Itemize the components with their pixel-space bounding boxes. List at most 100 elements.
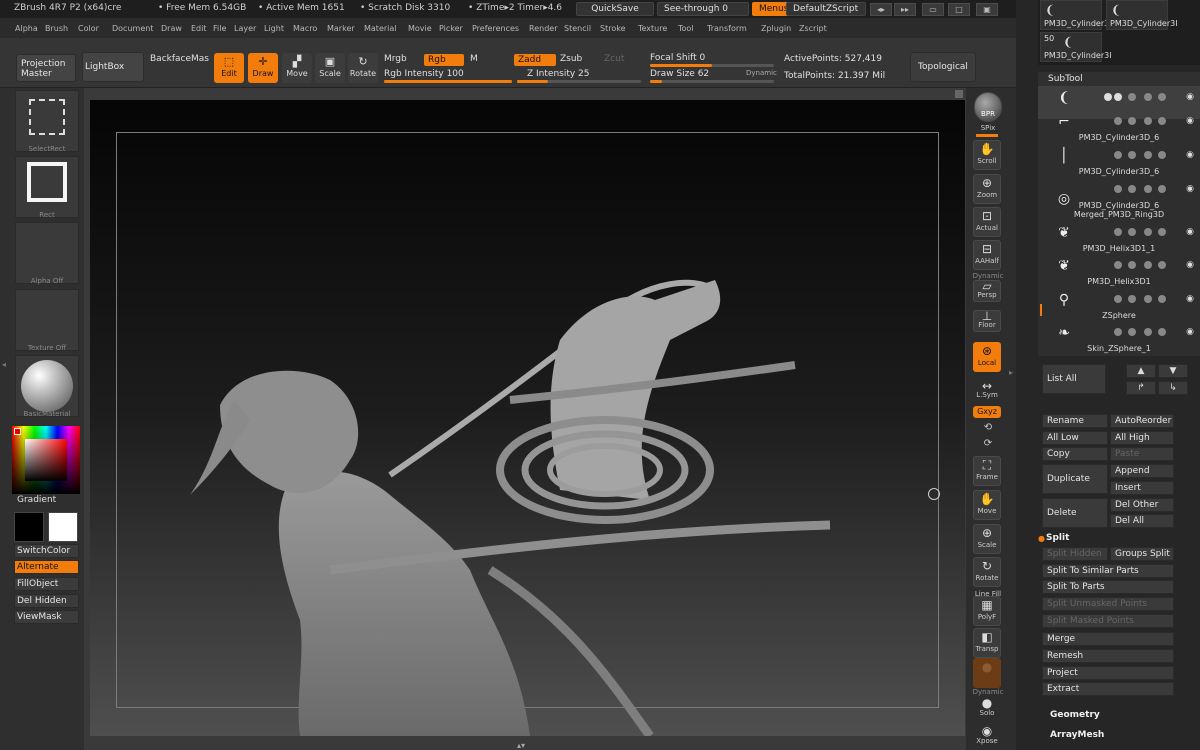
all-high-button[interactable]: All High <box>1110 431 1174 445</box>
menu-draw[interactable]: Draw <box>161 24 182 33</box>
subtool-item[interactable]: │ ◉ PM3D_Cylinder3D_6 <box>1038 144 1200 177</box>
rotate-axis-icon-2[interactable]: ⟳ <box>966 438 1010 449</box>
rotate-mode-button[interactable]: ↻ Rotate <box>348 53 378 83</box>
texture-button[interactable] <box>15 289 79 351</box>
move-up-right-arrow-icon[interactable]: ↱ <box>1126 381 1156 395</box>
menu-texture[interactable]: Texture <box>638 24 667 33</box>
paste-button[interactable]: Paste <box>1110 447 1174 461</box>
window-restore-icon[interactable]: ▭ <box>922 3 944 16</box>
rect-button[interactable] <box>15 156 79 218</box>
rotate-view-button[interactable]: ↻ Rotate <box>973 557 1001 587</box>
split-hidden-button[interactable]: Split Hidden <box>1042 547 1108 561</box>
subtool-item[interactable]: ❦ ◉ PM3D_Helix3D1 <box>1038 254 1200 287</box>
main-color-swatch[interactable] <box>48 512 78 542</box>
spix-label[interactable]: SPix <box>966 124 1010 132</box>
visibility-eye-icon[interactable]: ◉ <box>1186 92 1194 102</box>
geometry-section[interactable]: Geometry <box>1050 710 1100 720</box>
copy-button[interactable]: Copy <box>1042 447 1108 461</box>
menu-zplugin[interactable]: Zplugin <box>761 24 791 33</box>
sculpt-model[interactable] <box>90 100 965 736</box>
del-hidden-button[interactable]: Del Hidden <box>14 594 79 608</box>
menu-document[interactable]: Document <box>112 24 153 33</box>
edit-mode-button[interactable]: ⬚ Edit <box>214 53 244 83</box>
move-down-right-arrow-icon[interactable]: ↳ <box>1158 381 1188 395</box>
subtool-item[interactable]: ❧ ◉ Skin_ZSphere_1 <box>1038 321 1200 354</box>
view-mask-button[interactable]: ViewMask <box>14 610 79 624</box>
subtool-toggles[interactable]: ◉ <box>1104 260 1194 270</box>
visibility-eye-icon[interactable]: ◉ <box>1186 227 1194 237</box>
menu-preferences[interactable]: Preferences <box>472 24 519 33</box>
menu-transform[interactable]: Transform <box>707 24 747 33</box>
split-section[interactable]: Split <box>1046 533 1069 543</box>
split-masked-button[interactable]: Split Masked Points <box>1042 614 1174 628</box>
canvas-corner-handle[interactable] <box>955 90 963 98</box>
menu-macro[interactable]: Macro <box>293 24 317 33</box>
zadd-button[interactable]: Zadd <box>514 54 556 66</box>
polyf-button[interactable]: ▦ PolyF <box>973 596 1001 626</box>
merge-section[interactable]: Merge <box>1042 632 1174 646</box>
draw-mode-button[interactable]: ✛ Draw <box>248 53 278 83</box>
tray-toggle-icon[interactable]: ◂▸ <box>870 3 892 16</box>
xpose-button[interactable]: ◉ Xpose <box>973 724 1001 746</box>
auto-reorder-button[interactable]: AutoReorder <box>1110 414 1174 428</box>
xyz-button[interactable]: Gxyz <box>973 406 1001 418</box>
menu-light[interactable]: Light <box>264 24 284 33</box>
material-button[interactable] <box>15 355 79 417</box>
arraymesh-section[interactable]: ArrayMesh <box>1050 730 1104 740</box>
split-unmasked-button[interactable]: Split Unmasked Points <box>1042 597 1174 611</box>
rgb-button[interactable]: Rgb <box>424 54 464 66</box>
menu-stencil[interactable]: Stencil <box>564 24 591 33</box>
select-rect-button[interactable] <box>15 90 79 152</box>
switch-color-button[interactable]: SwitchColor <box>14 544 79 558</box>
delete-button[interactable]: Delete <box>1042 498 1108 528</box>
lsym-button[interactable]: ↔ L.Sym <box>973 380 1001 402</box>
color-saturation-square[interactable] <box>25 439 67 481</box>
extract-section[interactable]: Extract <box>1042 682 1174 696</box>
menu-marker[interactable]: Marker <box>327 24 355 33</box>
backface-mask-button[interactable]: BackfaceMas <box>150 54 209 64</box>
subtool-toggles[interactable]: ◉ <box>1104 227 1194 237</box>
visibility-eye-icon[interactable]: ◉ <box>1186 327 1194 337</box>
tool-thumb-2[interactable]: ❨ PM3D_Cylinder3I <box>1106 0 1178 30</box>
menu-movie[interactable]: Movie <box>408 24 432 33</box>
append-button[interactable]: Append <box>1110 464 1174 478</box>
quicksave-button[interactable]: QuickSave <box>576 2 654 16</box>
zoom-button[interactable]: ⊕ Zoom <box>973 174 1001 204</box>
tray-toggle-icon-2[interactable]: ▸▸ <box>894 3 916 16</box>
visibility-eye-icon[interactable]: ◉ <box>1186 294 1194 304</box>
zcut-button[interactable]: Zcut <box>604 54 624 64</box>
visibility-eye-icon[interactable]: ◉ <box>1186 116 1194 126</box>
scale-mode-button[interactable]: ▣ Scale <box>315 53 345 83</box>
groups-split-button[interactable]: Groups Split <box>1110 547 1174 561</box>
projection-master-button[interactable]: Projection Master <box>16 54 76 82</box>
focal-shift-slider[interactable] <box>650 64 774 67</box>
move-view-button[interactable]: ✋ Move <box>973 490 1001 520</box>
menu-zscript[interactable]: Zscript <box>799 24 827 33</box>
visibility-eye-icon[interactable]: ◉ <box>1186 260 1194 270</box>
menu-file[interactable]: File <box>213 24 226 33</box>
subtool-header[interactable]: SubTool <box>1038 72 1200 86</box>
fill-object-button[interactable]: FillObject <box>14 577 79 591</box>
see-through-slider[interactable]: See-through 0 <box>657 2 749 16</box>
tool-thumb-1[interactable]: ❨ PM3D_Cylinder3I <box>1040 0 1112 30</box>
topological-button[interactable]: Topological <box>910 52 976 82</box>
menu-alpha[interactable]: Alpha <box>15 24 38 33</box>
remesh-section[interactable]: Remesh <box>1042 649 1174 663</box>
color-picker[interactable] <box>12 426 80 494</box>
rgb-intensity-slider[interactable] <box>384 80 512 83</box>
scale-view-button[interactable]: ⊕ Scale <box>973 524 1001 554</box>
project-section[interactable]: Project <box>1042 666 1174 680</box>
solo-button[interactable]: ● Solo <box>973 696 1001 720</box>
move-down-arrow-icon[interactable]: ▼ <box>1158 364 1188 378</box>
menu-color[interactable]: Color <box>78 24 99 33</box>
z-intensity-slider[interactable] <box>517 80 641 83</box>
list-all-button[interactable]: List All <box>1042 364 1106 394</box>
subtool-toggles[interactable]: ◉ <box>1104 92 1194 102</box>
persp-button[interactable]: ▱ Persp <box>973 280 1001 302</box>
subtool-toggles[interactable]: ◉ <box>1104 327 1194 337</box>
alternate-button[interactable]: Alternate <box>14 560 79 574</box>
right-tray-collapse-icon[interactable]: ▸ <box>1009 368 1015 380</box>
rotate-axis-icon[interactable]: ⟲ <box>966 422 1010 433</box>
gradient-button[interactable]: Gradient <box>17 495 56 505</box>
spix-slider[interactable] <box>976 134 998 137</box>
